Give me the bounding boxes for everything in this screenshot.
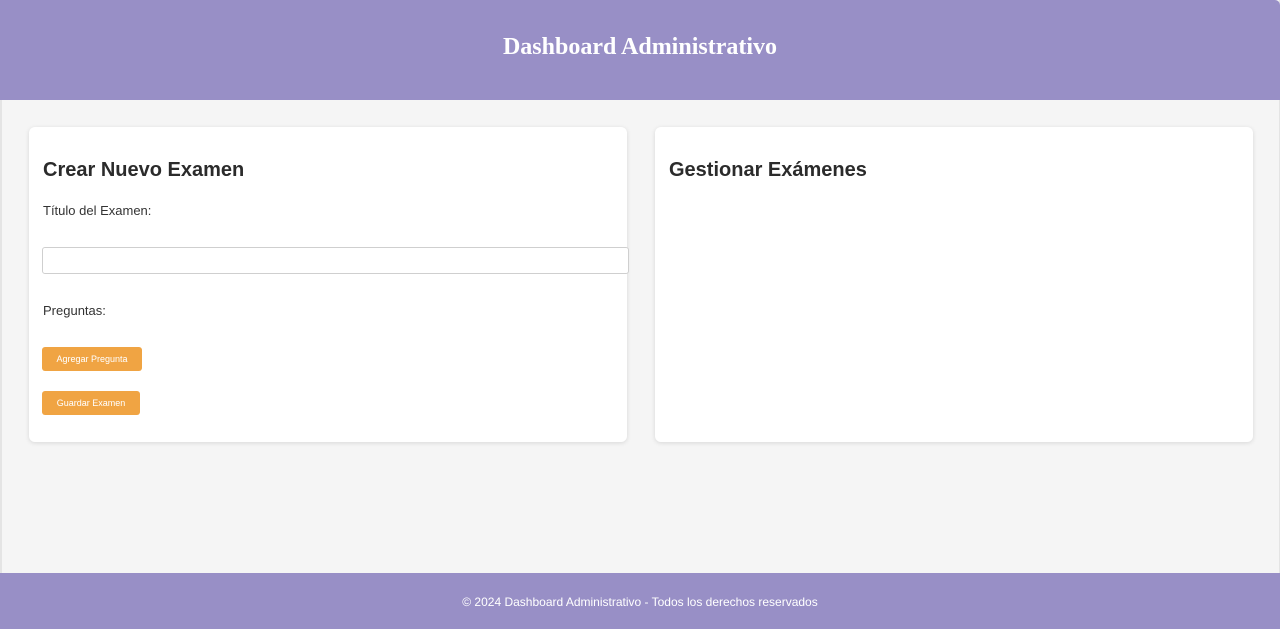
manage-exams-card: Gestionar Exámenes [655, 127, 1253, 442]
page-footer: © 2024 Dashboard Administrativo - Todos … [0, 573, 1280, 629]
footer-copyright: © 2024 Dashboard Administrativo - Todos … [462, 595, 818, 609]
create-exam-heading: Crear Nuevo Examen [43, 159, 245, 181]
exam-title-label: Título del Examen: [43, 203, 152, 218]
top-header: Dashboard Administrativo [0, 0, 1280, 100]
page-title: Dashboard Administrativo [502, 34, 778, 60]
questions-label: Preguntas: [43, 303, 106, 318]
exam-title-input[interactable] [42, 247, 629, 274]
add-question-button[interactable]: Agregar Pregunta [42, 347, 142, 371]
create-exam-card: Crear Nuevo Examen Título del Examen: Pr… [29, 127, 629, 442]
save-exam-button[interactable]: Guardar Examen [42, 391, 140, 415]
manage-exams-heading: Gestionar Exámenes [669, 159, 867, 181]
